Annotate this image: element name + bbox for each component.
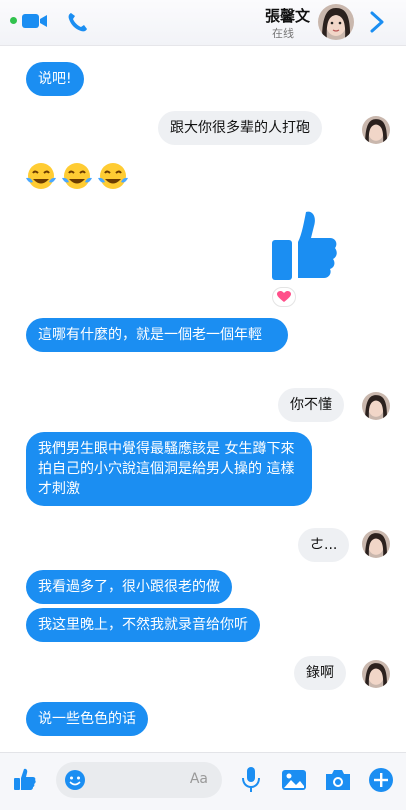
message-input[interactable]: Aa: [56, 762, 222, 798]
microphone-icon[interactable]: [240, 766, 262, 794]
contact-avatar-small[interactable]: [362, 116, 390, 144]
contact-avatar-small[interactable]: [362, 392, 390, 420]
video-camera-icon[interactable]: [22, 13, 48, 29]
message-bubble-sent[interactable]: 這哪有什麼的，就是一個老一個年輕: [26, 318, 288, 352]
tears-of-joy-emoji-icon: [62, 163, 92, 189]
chevron-right-icon[interactable]: [368, 10, 386, 34]
message-bubble-sent[interactable]: 我們男生眼中覺得最騷應該是 女生蹲下來拍自己的小穴說這個洞是給男人操的 這樣才刺…: [26, 432, 312, 506]
contact-avatar-small[interactable]: [362, 660, 390, 688]
message-bubble-sent[interactable]: 说一些色色的话: [26, 702, 148, 736]
smiley-icon[interactable]: [64, 769, 86, 791]
message-bubble-sent[interactable]: 说吧!: [26, 62, 84, 96]
contact-avatar-small[interactable]: [362, 530, 390, 558]
phone-icon[interactable]: [66, 10, 90, 34]
tears-of-joy-emoji-icon: [26, 163, 56, 189]
message-bubble-sent[interactable]: 我看過多了，很小跟很老的做: [26, 570, 232, 604]
message-input-placeholder: Aa: [189, 771, 208, 787]
message-bubble-received[interactable]: 跟大你很多辈的人打砲: [158, 111, 322, 145]
online-dot: [10, 17, 17, 24]
image-icon[interactable]: [281, 767, 307, 793]
message-bubble-received[interactable]: ㄜ...: [298, 528, 350, 562]
message-bubble-received[interactable]: 錄啊: [294, 656, 346, 690]
plus-icon[interactable]: [368, 767, 394, 793]
contact-name: 張馨文: [264, 7, 310, 25]
thumbs-up-sticker-icon[interactable]: [268, 208, 348, 294]
contact-avatar[interactable]: [318, 4, 354, 40]
camera-icon[interactable]: [324, 768, 352, 792]
chat-header: 張馨文 在线: [0, 0, 406, 46]
tears-of-joy-emoji-icon: [98, 163, 128, 189]
contact-status: 在线: [272, 27, 294, 40]
thumbs-up-icon[interactable]: [12, 767, 38, 793]
emoji-message[interactable]: [24, 160, 130, 194]
composer-bar: Aa: [0, 752, 406, 810]
message-bubble-received[interactable]: 你不懂: [278, 388, 344, 422]
message-bubble-sent[interactable]: 我这里晚上，不然我就录音给你听: [26, 608, 260, 642]
reaction-badge[interactable]: [272, 287, 296, 307]
heart-icon: [277, 291, 291, 302]
